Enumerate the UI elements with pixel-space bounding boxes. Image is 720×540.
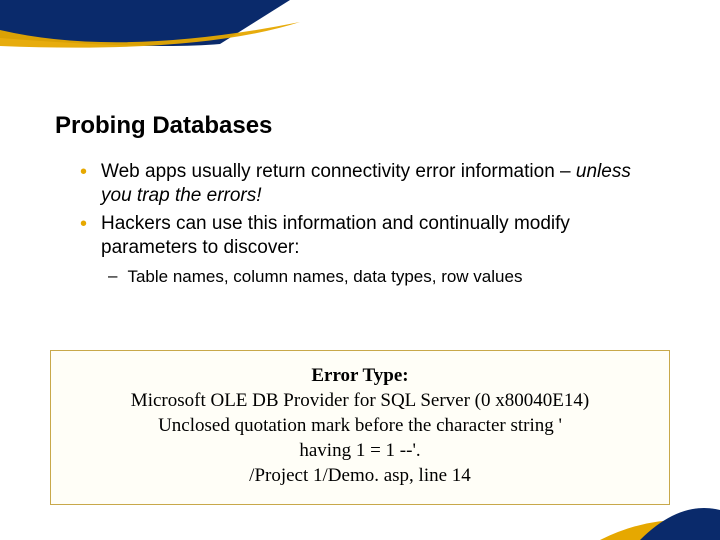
error-line: having 1 = 1 --'. (61, 438, 659, 463)
error-line: Error Type: (61, 363, 659, 388)
error-line: /Project 1/Demo. asp, line 14 (61, 463, 659, 488)
error-line: Microsoft OLE DB Provider for SQL Server… (61, 388, 659, 413)
sub-bullet-item: – Table names, column names, data types,… (108, 266, 660, 288)
dash-marker-icon: – (108, 266, 117, 286)
bullet-marker-icon: • (80, 160, 87, 184)
bullet-item: • Hackers can use this information and c… (80, 212, 660, 260)
bullet-text: Hackers can use this information and con… (101, 212, 660, 260)
bullet-item: • Web apps usually return connectivity e… (80, 160, 660, 208)
sub-bullet-text: Table names, column names, data types, r… (127, 266, 522, 288)
bullet-text: Web apps usually return connectivity err… (101, 160, 660, 208)
slide-body: • Web apps usually return connectivity e… (80, 160, 660, 288)
error-message-box: Error Type: Microsoft OLE DB Provider fo… (50, 350, 670, 505)
slide-title: Probing Databases (55, 112, 272, 140)
bullet-marker-icon: • (80, 212, 87, 236)
error-line: Unclosed quotation mark before the chara… (61, 413, 659, 438)
top-accent-graphic (0, 0, 720, 58)
